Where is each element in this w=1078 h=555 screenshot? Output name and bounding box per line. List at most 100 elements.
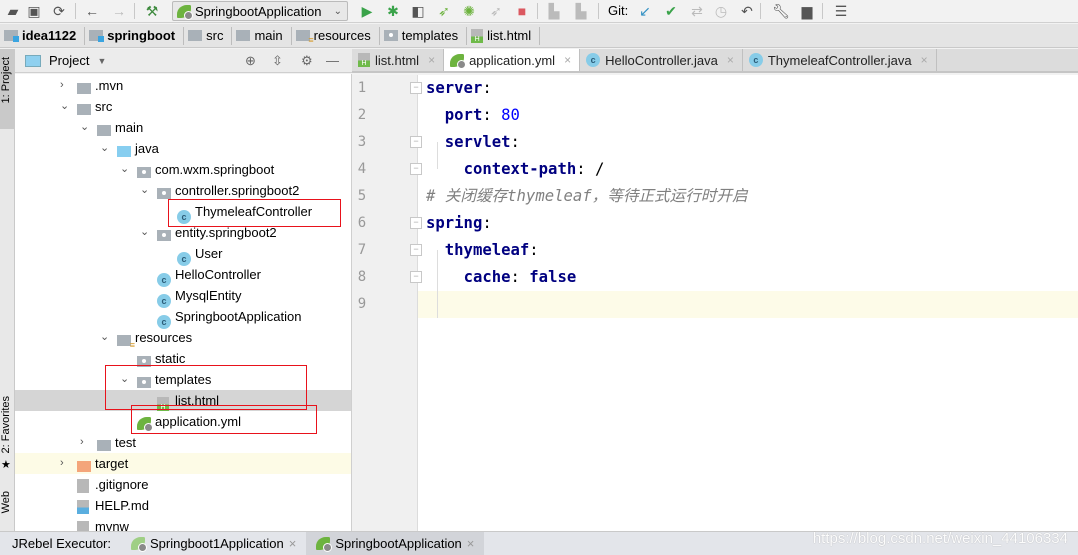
breadcrumb-item[interactable]: springboot bbox=[89, 26, 185, 45]
breadcrumb-item[interactable]: main bbox=[236, 26, 292, 45]
fold-marker-icon[interactable]: − bbox=[410, 136, 422, 148]
project-tool-button[interactable]: 1: Project bbox=[0, 57, 14, 103]
editor-tab[interactable]: Hlist.html × bbox=[352, 49, 445, 71]
fold-marker-icon[interactable]: − bbox=[410, 217, 422, 229]
git-history-icon[interactable]: ◷ bbox=[712, 2, 730, 20]
tree-item[interactable]: › target bbox=[15, 453, 351, 474]
forward-icon[interactable]: → bbox=[110, 2, 128, 20]
breadcrumb-item[interactable]: src bbox=[188, 26, 233, 45]
tree-item-label: src bbox=[95, 99, 113, 114]
run-icon[interactable]: ▶ bbox=[358, 2, 376, 20]
jrebel-run-icon[interactable]: ➶ bbox=[435, 2, 453, 20]
favorites-tool-button[interactable]: 2: Favorites bbox=[0, 396, 14, 453]
editor-tab[interactable]: c HelloController.java × bbox=[580, 49, 743, 71]
fold-marker-icon[interactable]: − bbox=[410, 244, 422, 256]
tree-item[interactable]: ⌄ controller.springboot2 bbox=[15, 180, 351, 201]
tree-item-label: MysqlEntity bbox=[175, 288, 242, 303]
fold-end-icon[interactable]: − bbox=[410, 163, 422, 175]
close-icon[interactable]: × bbox=[467, 536, 475, 551]
class-icon: c bbox=[586, 53, 601, 67]
breadcrumb-item[interactable]: resources bbox=[295, 26, 380, 45]
breadcrumb-item[interactable]: templates bbox=[383, 26, 468, 45]
executor-tab[interactable]: SpringbootApplication × bbox=[306, 532, 485, 555]
git-compare-icon[interactable]: ⇄ bbox=[688, 2, 706, 20]
gear-icon[interactable]: ⚙ bbox=[301, 53, 313, 69]
breadcrumb-item[interactable]: Hlist.html bbox=[471, 26, 541, 45]
open-folder-icon[interactable]: ▰ bbox=[4, 2, 22, 20]
back-icon[interactable]: ← bbox=[83, 2, 101, 20]
close-icon[interactable]: × bbox=[564, 53, 571, 67]
chevron-down-icon[interactable]: ⌄ bbox=[120, 159, 129, 180]
git-revert-icon[interactable]: ↶ bbox=[738, 2, 756, 20]
tree-item[interactable]: HELP.md bbox=[15, 495, 351, 516]
tree-item[interactable]: ⌄ resources bbox=[15, 327, 351, 350]
module-folder-icon bbox=[4, 30, 19, 42]
tree-item[interactable]: c User bbox=[15, 243, 351, 266]
tree-item[interactable]: .gitignore bbox=[15, 474, 351, 495]
annotation-box bbox=[168, 199, 341, 227]
fold-end-icon[interactable]: − bbox=[410, 271, 422, 283]
editor-tab[interactable]: application.yml × bbox=[444, 49, 581, 71]
tree-item[interactable]: ⌄ com.wxm.springboot bbox=[15, 159, 351, 180]
locate-icon[interactable]: ⊕ bbox=[245, 53, 256, 69]
chevron-down-icon[interactable]: ⌄ bbox=[80, 117, 89, 138]
line-number: 6 bbox=[357, 215, 367, 231]
close-icon[interactable]: × bbox=[289, 536, 297, 551]
tree-item[interactable]: mvnw bbox=[15, 516, 351, 531]
jrebel-executor-label: JRebel Executor: bbox=[12, 536, 111, 551]
line-number: 3 bbox=[357, 134, 367, 150]
tree-item[interactable]: › test bbox=[15, 432, 351, 453]
chevron-down-icon[interactable]: ⌄ bbox=[100, 327, 109, 348]
settings-wrench-icon[interactable]: 🔧︎ bbox=[772, 2, 790, 20]
editor-tab[interactable]: c ThymeleafController.java × bbox=[743, 49, 937, 71]
git-commit-icon[interactable]: ✔ bbox=[662, 2, 680, 20]
tree-item[interactable]: ⌄ main bbox=[15, 117, 351, 138]
sync-icon[interactable]: ⟳ bbox=[50, 2, 68, 20]
sdk-manager-icon[interactable]: ☰ bbox=[832, 2, 850, 20]
build-hammer-icon[interactable]: ⚒ bbox=[143, 2, 161, 20]
stop-icon[interactable]: ■ bbox=[513, 2, 531, 20]
chevron-down-icon[interactable]: ⌄ bbox=[140, 180, 149, 201]
chevron-right-icon[interactable]: › bbox=[60, 75, 64, 96]
tree-item[interactable]: › .mvn bbox=[15, 75, 351, 96]
breadcrumb-label: templates bbox=[401, 28, 459, 43]
tree-item[interactable]: c SpringbootApplication bbox=[15, 306, 351, 329]
hide-icon[interactable]: — bbox=[326, 53, 339, 68]
breadcrumb-item[interactable]: idea1122 bbox=[4, 26, 86, 45]
folder-icon bbox=[236, 30, 251, 41]
code-line: spring: bbox=[426, 214, 492, 232]
tree-item[interactable]: ⌄ src bbox=[15, 96, 351, 117]
git-label: Git: bbox=[608, 3, 629, 18]
spring-boot-icon bbox=[177, 4, 193, 20]
vcs-commit-icon[interactable]: ▙ bbox=[572, 2, 590, 20]
code-line: context-path: / bbox=[463, 160, 605, 178]
chevron-right-icon[interactable]: › bbox=[80, 432, 84, 453]
debug-icon[interactable]: ✱ bbox=[384, 2, 402, 20]
chevron-down-icon[interactable]: ⌄ bbox=[100, 138, 109, 159]
project-structure-icon[interactable]: ▆ bbox=[798, 2, 816, 20]
project-view-select[interactable]: Project bbox=[49, 53, 89, 68]
dropdown-arrow-icon[interactable]: ▼ bbox=[97, 56, 106, 66]
jrebel-debug-icon[interactable]: ✺ bbox=[460, 2, 478, 20]
chevron-down-icon[interactable]: ⌄ bbox=[60, 96, 69, 117]
web-tool-button[interactable]: Web bbox=[0, 491, 14, 513]
save-icon[interactable]: ▣ bbox=[25, 2, 43, 20]
spring-yml-icon bbox=[450, 53, 467, 69]
executor-tab[interactable]: Springboot1Application × bbox=[121, 532, 306, 555]
close-icon[interactable]: × bbox=[428, 53, 435, 67]
chevron-down-icon[interactable]: ⌄ bbox=[140, 222, 149, 243]
tree-item[interactable]: c MysqlEntity bbox=[15, 285, 351, 308]
code-editor[interactable]: 1 − 2 3 − 4 − 5 6 − 7 − 8 − 9 server: port: 80 servlet… bbox=[352, 75, 1078, 531]
tree-item[interactable]: ⌄ java bbox=[15, 138, 351, 159]
jrebel-disabled-icon[interactable]: ➶ bbox=[487, 2, 505, 20]
close-icon[interactable]: × bbox=[921, 53, 928, 67]
vcs-update-icon[interactable]: ▙ bbox=[545, 2, 563, 20]
fold-marker-icon[interactable]: − bbox=[410, 82, 422, 94]
collapse-all-icon[interactable]: ⇳ bbox=[272, 53, 283, 69]
coverage-icon[interactable]: ◧ bbox=[409, 2, 427, 20]
tree-item[interactable]: c HelloController bbox=[15, 264, 351, 287]
close-icon[interactable]: × bbox=[727, 53, 734, 67]
chevron-right-icon[interactable]: › bbox=[60, 453, 64, 474]
run-configuration-select[interactable]: SpringbootApplication ⌄ bbox=[172, 1, 348, 21]
git-update-icon[interactable]: ↙ bbox=[636, 2, 654, 20]
